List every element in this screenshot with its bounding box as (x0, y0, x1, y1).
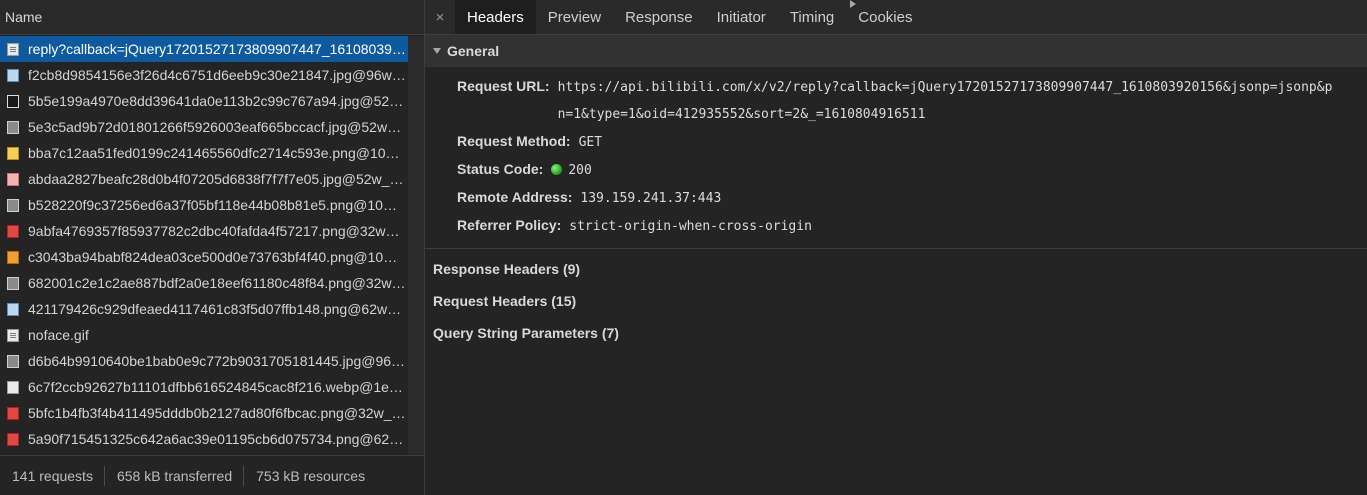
request-row[interactable]: 5a90f715451325c642a6ac39e01195cb6d075734… (0, 426, 408, 452)
request-method-label: Request Method: (457, 133, 571, 149)
request-name: 5bfc1b4fb3f4b411495dddb0b2127ad80f6fbcac… (28, 405, 406, 421)
transferred-size: 658 kB transferred (105, 466, 245, 486)
details-tab-bar: × Headers Preview Response Initiator Tim… (425, 0, 1367, 35)
general-section-body: Request URL: https://api.bilibili.com/x/… (425, 67, 1367, 249)
image-icon (7, 380, 19, 394)
general-section-title: General (447, 43, 500, 59)
request-row[interactable]: 5b5e199a4970e8dd39641da0e113b2c99c767a94… (0, 88, 408, 114)
request-count: 141 requests (0, 466, 105, 486)
image-icon (7, 406, 19, 420)
request-headers-section[interactable]: Request Headers (15) (425, 0, 1367, 317)
request-row[interactable]: 5bfc1b4fb3f4b411495dddb0b2127ad80f6fbcac… (0, 400, 408, 426)
request-name: c3043ba94babf824dea03ce500d0e73763bf4f40… (28, 249, 406, 265)
doc-icon (7, 328, 19, 342)
request-name: reply?callback=jQuery1720152717380990744… (28, 41, 406, 57)
request-row[interactable]: b528220f9c37256ed6a37f05bf118e44b08b81e5… (0, 192, 408, 218)
request-name: bba7c12aa51fed0199c241465560dfc2714c593e… (28, 145, 406, 161)
image-icon (7, 432, 19, 446)
request-row[interactable]: 6c7f2ccb92627b11101dfbb616524845cac8f216… (0, 374, 408, 400)
image-icon (7, 146, 19, 160)
request-row[interactable]: c3043ba94babf824dea03ce500d0e73763bf4f40… (0, 244, 408, 270)
chevron-down-icon (433, 48, 441, 54)
request-method-row: Request Method: GET (457, 128, 1367, 156)
request-name: abdaa2827beafc28d0b4f07205d6838f7f7f7e05… (28, 171, 406, 187)
name-column-header[interactable]: Name (0, 0, 424, 35)
request-url-label: Request URL: (457, 78, 550, 94)
response-headers-title: Response Headers (9) (433, 261, 581, 277)
request-list: reply?callback=jQuery1720152717380990744… (0, 36, 408, 454)
request-row[interactable]: abdaa2827beafc28d0b4f07205d6838f7f7f7e05… (0, 166, 408, 192)
request-row[interactable]: reply?callback=jQuery1720152717380990744… (0, 36, 408, 62)
query-string-section[interactable]: Query String Parameters (7) (425, 0, 1367, 349)
request-row[interactable]: bba7c12aa51fed0199c241465560dfc2714c593e… (0, 140, 408, 166)
request-row[interactable]: 5e3c5ad9b72d01801266f5926003eaf665bccacf… (0, 114, 408, 140)
network-status-bar: 141 requests 658 kB transferred 753 kB r… (0, 455, 424, 495)
request-name: 682001c2e1c2ae887bdf2a0e18eef61180c48f84… (28, 275, 406, 291)
image-icon (7, 94, 19, 108)
referrer-policy-label: Referrer Policy: (457, 217, 562, 233)
request-method-value: GET (578, 135, 603, 150)
status-code-row: Status Code: 200 (457, 156, 1367, 184)
tab-initiator[interactable]: Initiator (705, 0, 778, 34)
image-icon (7, 198, 19, 212)
request-url-value[interactable]: https://api.bilibili.com/x/v2/reply?call… (558, 74, 1338, 128)
request-list-pane: Name reply?callback=jQuery17201527173809… (0, 0, 425, 495)
request-row[interactable]: 682001c2e1c2ae887bdf2a0e18eef61180c48f84… (0, 270, 408, 296)
referrer-policy-row: Referrer Policy: strict-origin-when-cros… (457, 212, 1367, 240)
status-code-wrap: 200 (551, 157, 592, 184)
request-row[interactable]: d6b64b9910640be1bab0e9c772b9031705181445… (0, 348, 408, 374)
chevron-right-icon (850, 0, 856, 8)
response-headers-section[interactable]: Response Headers (9) (425, 0, 1367, 285)
image-icon (7, 276, 19, 290)
request-name: 5a90f715451325c642a6ac39e01195cb6d075734… (28, 431, 406, 447)
request-name: b528220f9c37256ed6a37f05bf118e44b08b81e5… (28, 197, 406, 213)
image-icon (7, 224, 19, 238)
image-icon (7, 120, 19, 134)
query-string-title: Query String Parameters (7) (433, 325, 619, 341)
image-icon (7, 302, 19, 316)
request-name: 5b5e199a4970e8dd39641da0e113b2c99c767a94… (28, 93, 406, 109)
request-name: noface.gif (28, 327, 89, 343)
request-name: 9abfa4769357f85937782c2dbc40fafda4f57217… (28, 223, 406, 239)
status-ok-icon (551, 164, 563, 175)
request-name: f2cb8d9854156e3f26d4c6751d6eeb9c30e21847… (28, 67, 406, 83)
tab-timing[interactable]: Timing (778, 0, 846, 34)
tab-cookies[interactable]: Cookies (846, 0, 924, 34)
doc-icon (7, 42, 19, 56)
request-url-row: Request URL: https://api.bilibili.com/x/… (457, 73, 1367, 128)
close-icon[interactable]: × (425, 0, 455, 34)
tab-headers[interactable]: Headers (455, 0, 536, 34)
request-row[interactable]: f2cb8d9854156e3f26d4c6751d6eeb9c30e21847… (0, 62, 408, 88)
request-name: d6b64b9910640be1bab0e9c772b9031705181445… (28, 353, 406, 369)
request-row[interactable]: 9abfa4769357f85937782c2dbc40fafda4f57217… (0, 218, 408, 244)
request-row[interactable]: noface.gif (0, 322, 408, 348)
referrer-policy-value: strict-origin-when-cross-origin (569, 219, 812, 234)
tab-response[interactable]: Response (613, 0, 705, 34)
request-details-pane: × Headers Preview Response Initiator Tim… (425, 0, 1367, 495)
image-icon (7, 250, 19, 264)
resources-size: 753 kB resources (256, 468, 366, 484)
remote-address-value: 139.159.241.37:443 (580, 191, 722, 206)
request-name: 5e3c5ad9b72d01801266f5926003eaf665bccacf… (28, 119, 406, 135)
request-headers-title: Request Headers (15) (433, 293, 577, 309)
status-code-value: 200 (568, 163, 592, 178)
request-name: 421179426c929dfeaed4117461c83f5d07ffb148… (28, 301, 406, 317)
request-name: 6c7f2ccb92627b11101dfbb616524845cac8f216… (28, 379, 406, 395)
collapsed-sections: Response Headers (9) Request Headers (15… (425, 0, 1367, 349)
status-code-label: Status Code: (457, 161, 544, 177)
request-row[interactable]: 421179426c929dfeaed4117461c83f5d07ffb148… (0, 296, 408, 322)
remote-address-label: Remote Address: (457, 189, 573, 205)
image-icon (7, 68, 19, 82)
request-list-scrollbar[interactable] (408, 36, 424, 454)
image-icon (7, 354, 19, 368)
devtools-network-panel: Name reply?callback=jQuery17201527173809… (0, 0, 1367, 495)
remote-address-row: Remote Address: 139.159.241.37:443 (457, 184, 1367, 212)
image-icon (7, 172, 19, 186)
general-section-header[interactable]: General (425, 35, 1367, 67)
tab-preview[interactable]: Preview (536, 0, 613, 34)
